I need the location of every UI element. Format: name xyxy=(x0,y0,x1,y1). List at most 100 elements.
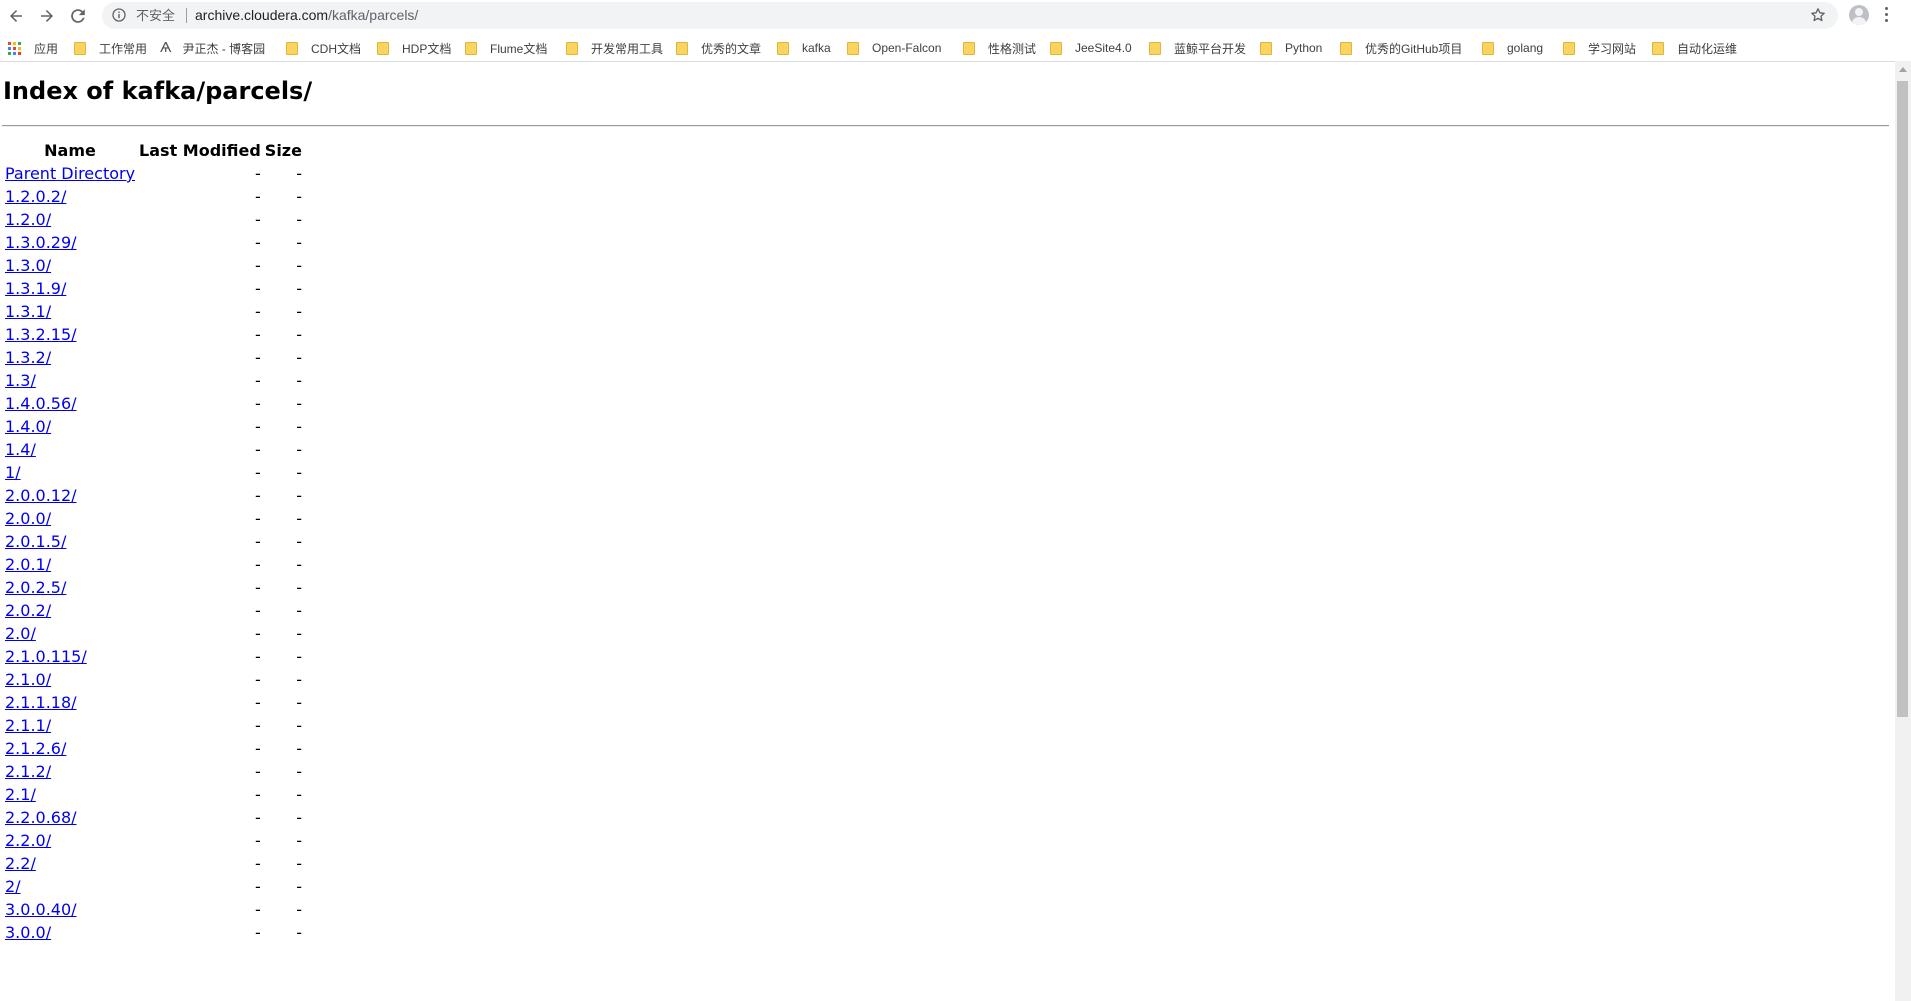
directory-link[interactable]: 2.0.1/ xyxy=(5,555,51,574)
directory-link[interactable]: 3.0.0/ xyxy=(5,923,51,942)
last-modified-cell: - xyxy=(255,486,261,505)
forward-arrow-icon xyxy=(41,10,53,22)
browser-menu-icon[interactable] xyxy=(1885,7,1889,25)
directory-link[interactable]: 1/ xyxy=(5,463,21,482)
directory-link[interactable]: 2.1/ xyxy=(5,785,36,804)
table-row: 2.2.0.68/ - - xyxy=(4,807,303,828)
table-row: 1.3.2.15/ - - xyxy=(4,324,303,345)
folder-icon xyxy=(74,41,86,55)
bookmark-folder[interactable]: Open-Falcon xyxy=(847,39,941,57)
url-host: archive.cloudera.com xyxy=(195,7,329,23)
reload-button[interactable] xyxy=(66,4,90,28)
bookmark-apps[interactable]: 应用 xyxy=(8,39,58,57)
last-modified-cell: - xyxy=(255,417,261,436)
last-modified-cell: - xyxy=(255,463,261,482)
directory-link[interactable]: 2.2.0/ xyxy=(5,831,51,850)
table-row: 1.4.0/ - - xyxy=(4,416,303,437)
last-modified-cell: - xyxy=(255,440,261,459)
directory-link[interactable]: 2.0.2.5/ xyxy=(5,578,66,597)
directory-link[interactable]: 2.1.1.18/ xyxy=(5,693,77,712)
bookmark-folder[interactable]: JeeSite4.0 xyxy=(1050,39,1132,57)
directory-link[interactable]: 2/ xyxy=(5,877,21,896)
directory-link[interactable]: 2.0/ xyxy=(5,624,36,643)
table-row: 2.1.1/ - - xyxy=(4,715,303,736)
directory-link[interactable]: 1.3.0/ xyxy=(5,256,51,275)
bookmark-label: Open-Falcon xyxy=(872,41,942,55)
bookmark-folder[interactable]: 优秀的GitHub项目 xyxy=(1340,39,1462,57)
table-row: 3.0.0.40/ - - xyxy=(4,899,303,920)
page-scrollbar[interactable] xyxy=(1895,61,1911,1001)
size-cell: - xyxy=(296,739,302,758)
directory-link[interactable]: 1.4.0.56/ xyxy=(5,394,77,413)
directory-link[interactable]: 2.2/ xyxy=(5,854,36,873)
apps-grid-icon xyxy=(8,41,21,55)
entry-name-cell: 1.3.0/ xyxy=(4,255,136,276)
directory-link[interactable]: 1.3.0.29/ xyxy=(5,233,77,252)
bookmark-folder[interactable]: 学习网站 xyxy=(1563,39,1636,57)
bookmark-folder[interactable]: HDP文档 xyxy=(377,39,451,57)
directory-link[interactable]: 2.0.2/ xyxy=(5,601,51,620)
directory-link[interactable]: 1.4/ xyxy=(5,440,36,459)
directory-link[interactable]: 1.4.0/ xyxy=(5,417,51,436)
directory-link[interactable]: 2.2.0.68/ xyxy=(5,808,77,827)
directory-link[interactable]: 2.0.0/ xyxy=(5,509,51,528)
size-cell: - xyxy=(296,670,302,689)
table-row: 2.0.1.5/ - - xyxy=(4,531,303,552)
directory-link[interactable]: 1.2.0/ xyxy=(5,210,51,229)
star-icon[interactable] xyxy=(1810,7,1826,23)
bookmark-link[interactable]: Ѧ 尹正杰 - 博客园 xyxy=(160,39,265,57)
directory-link[interactable]: 2.0.0.12/ xyxy=(5,486,77,505)
entry-name-cell: 1.2.0/ xyxy=(4,209,136,230)
bookmark-folder[interactable]: kafka xyxy=(777,39,831,57)
size-cell: - xyxy=(296,302,302,321)
bookmark-folder[interactable]: 蓝鲸平台开发 xyxy=(1149,39,1246,57)
forward-button[interactable] xyxy=(35,4,59,28)
table-row: 2.1.2.6/ - - xyxy=(4,738,303,759)
directory-link[interactable]: 2.1.0/ xyxy=(5,670,51,689)
entry-name-cell: 1.3.1/ xyxy=(4,301,136,322)
directory-link[interactable]: 1.3.1/ xyxy=(5,302,51,321)
entry-name-cell: 2.1.2.6/ xyxy=(4,738,136,759)
entry-name-cell: 2/ xyxy=(4,876,136,897)
size-cell: - xyxy=(296,256,302,275)
scroll-up-arrow-icon[interactable] xyxy=(1899,67,1907,72)
info-icon[interactable] xyxy=(112,8,126,22)
directory-link[interactable]: 2.1.0.115/ xyxy=(5,647,87,666)
bookmark-folder[interactable]: 自动化运维 xyxy=(1652,39,1737,57)
last-modified-cell: - xyxy=(255,348,261,367)
size-cell: - xyxy=(296,900,302,919)
directory-link[interactable]: 1.2.0.2/ xyxy=(5,187,66,206)
bookmark-folder[interactable]: golang xyxy=(1482,39,1543,57)
size-cell: - xyxy=(296,440,302,459)
address-bar[interactable]: 不安全 archive.cloudera.com/kafka/parcels/ xyxy=(102,2,1838,29)
bookmark-folder[interactable]: 性格测试 xyxy=(963,39,1036,57)
back-button[interactable] xyxy=(4,4,28,28)
size-cell: - xyxy=(296,210,302,229)
bookmark-folder[interactable]: 开发常用工具 xyxy=(566,39,663,57)
bookmark-folder[interactable]: 工作常用 xyxy=(74,39,147,57)
scrollbar-thumb[interactable] xyxy=(1897,81,1908,717)
entry-name-cell: 2.2/ xyxy=(4,853,136,874)
directory-link[interactable]: 1.3.2/ xyxy=(5,348,51,367)
directory-link[interactable]: 2.1.2/ xyxy=(5,762,51,781)
table-row: 2.0.1/ - - xyxy=(4,554,303,575)
bookmark-label: 自动化运维 xyxy=(1677,41,1738,56)
directory-link[interactable]: 2.1.2.6/ xyxy=(5,739,66,758)
size-cell: - xyxy=(296,371,302,390)
bookmark-folder[interactable]: Flume文档 xyxy=(465,39,547,57)
profile-avatar[interactable] xyxy=(1849,5,1869,25)
directory-link[interactable]: 1.3.1.9/ xyxy=(5,279,66,298)
entry-name-cell: 3.0.0/ xyxy=(4,922,136,943)
directory-link[interactable]: 1.3/ xyxy=(5,371,36,390)
bookmark-folder[interactable]: CDH文档 xyxy=(286,39,361,57)
parent-directory-link[interactable]: Parent Directory xyxy=(5,164,135,183)
directory-link[interactable]: 3.0.0.40/ xyxy=(5,900,77,919)
bookmark-folder[interactable]: 优秀的文章 xyxy=(676,39,761,57)
directory-link[interactable]: 2.1.1/ xyxy=(5,716,51,735)
directory-link[interactable]: 1.3.2.15/ xyxy=(5,325,77,344)
table-row: 1.4.0.56/ - - xyxy=(4,393,303,414)
bookmark-folder[interactable]: Python xyxy=(1260,39,1322,57)
url-text[interactable]: archive.cloudera.com/kafka/parcels/ xyxy=(195,8,418,23)
entry-name-cell: 2.0.1/ xyxy=(4,554,136,575)
directory-link[interactable]: 2.0.1.5/ xyxy=(5,532,66,551)
